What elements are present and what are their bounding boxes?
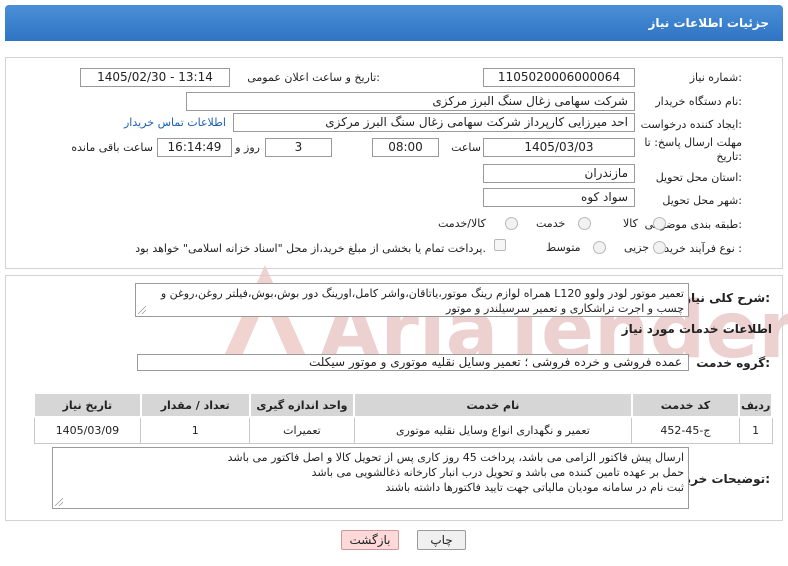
summary-textarea[interactable]: تعمیر موتور لودر ولوو L120 همراه لوازم ر…	[135, 283, 689, 317]
deadline-label: مهلت ارسال پاسخ: تا	[644, 136, 742, 149]
back-button[interactable]: بازگشت	[341, 530, 399, 550]
summary-label: شرح کلی نیاز:	[684, 291, 770, 305]
services-table: ردیف کد خدمت نام خدمت واحد اندازه گیری ت…	[33, 392, 773, 444]
category-service-radio[interactable]	[578, 217, 591, 230]
row-service-name: تعمیر و نگهداری انواع وسایل نقلیه موتوری	[353, 416, 633, 444]
resize-grip-icon[interactable]	[55, 498, 63, 506]
col-date-header: تاریخ نیاز	[33, 392, 142, 418]
row-quantity: 1	[140, 416, 251, 444]
col-row-header: ردیف	[738, 392, 773, 418]
table-row: 1 ج-45-452 تعمیر و نگهداری انواع وسایل ن…	[33, 416, 773, 444]
province-field[interactable]: مازندران	[483, 164, 635, 183]
creator-field[interactable]: احد میرزایی کارپرداز شرکت سهامی زغال سنگ…	[233, 113, 635, 132]
buyer-notes-line-2: حمل بر عهده تامین کننده می باشد و تحویل …	[311, 466, 684, 479]
announce-datetime-field[interactable]: 1405/02/30 - 13:14	[80, 68, 230, 87]
process-type-label: نوع فرآیند خرید :	[664, 242, 742, 255]
need-number-field[interactable]: 1105020006000064	[483, 68, 635, 87]
col-unit-header: واحد اندازه گیری	[248, 392, 356, 418]
process-minor-radio[interactable]	[653, 241, 666, 254]
summary-line-2: چسب و اجرت تراشکاری و تعمیر سرسیلندر و م…	[446, 302, 684, 315]
category-goods-label: کالا	[623, 217, 638, 230]
creator-label: ایجاد کننده درخواست:	[640, 118, 742, 131]
row-service-code: ج-45-452	[631, 416, 740, 444]
row-index: 1	[738, 416, 773, 444]
service-group-label: گروه خدمت:	[696, 356, 770, 370]
city-field[interactable]: سواد کوه	[483, 188, 635, 207]
process-minor-label: جزیی	[624, 241, 650, 254]
summary-line-1: تعمیر موتور لودر ولوو L120 همراه لوازم ر…	[160, 287, 684, 300]
days-label: روز و	[235, 141, 260, 154]
buyer-notes-line-3: ثبت نام در سامانه مودیان مالیاتی جهت تای…	[385, 481, 684, 494]
page-title: جزئیات اطلاعات نیاز	[648, 16, 769, 30]
deadline-time-field[interactable]: 08:00	[372, 138, 439, 157]
category-goods-service-radio[interactable]	[505, 217, 518, 230]
col-qty-header: تعداد / مقدار	[139, 392, 251, 418]
page-header: جزئیات اطلاعات نیاز	[5, 5, 783, 41]
deadline-date-field[interactable]: 1405/03/03	[483, 138, 635, 157]
process-medium-radio[interactable]	[593, 241, 606, 254]
service-group-field[interactable]: عمده فروشی و خرده فروشی ؛ تعمیر وسایل نق…	[137, 354, 689, 371]
category-service-label: خدمت	[536, 217, 566, 230]
row-need-date: 1405/03/09	[33, 416, 142, 444]
province-label: استان محل تحویل:	[655, 171, 742, 184]
row-unit: تعمیرات	[249, 416, 355, 444]
category-goods-service-label: کالا/خدمت	[438, 217, 486, 230]
buyer-org-label: نام دستگاه خریدار:	[655, 95, 742, 108]
buyer-notes-line-1: ارسال پیش فاکتور الزامی می باشد، پرداخت …	[227, 451, 684, 464]
resize-grip-icon[interactable]	[138, 306, 146, 314]
buyer-contact-link[interactable]: اطلاعات تماس خریدار	[124, 116, 226, 129]
category-goods-radio[interactable]	[653, 217, 666, 230]
print-button[interactable]: چاپ	[417, 530, 466, 550]
remaining-time-label: ساعت باقی مانده	[71, 141, 153, 154]
col-code-header: کد خدمت	[630, 392, 741, 418]
deadline-date-label: تاریخ:	[716, 150, 742, 163]
need-number-label: شماره نیاز:	[689, 71, 742, 84]
buyer-notes-textarea[interactable]: ارسال پیش فاکتور الزامی می باشد، پرداخت …	[52, 447, 689, 509]
days-field[interactable]: 3	[265, 138, 332, 157]
treasury-payment-note: پرداخت تمام یا بخشی از مبلغ خرید،از محل …	[135, 242, 486, 255]
treasury-payment-checkbox[interactable]	[494, 239, 506, 251]
services-section-title: اطلاعات خدمات مورد نیاز	[621, 322, 772, 336]
process-medium-label: متوسط	[546, 241, 581, 254]
buyer-org-field[interactable]: شرکت سهامی زغال سنگ البرز مرکزی	[186, 92, 635, 111]
deadline-hour-label: ساعت	[451, 141, 481, 154]
services-table-header: ردیف کد خدمت نام خدمت واحد اندازه گیری ت…	[33, 392, 773, 418]
col-name-header: نام خدمت	[353, 392, 633, 418]
remaining-time-field[interactable]: 16:14:49	[157, 138, 232, 157]
city-label: شهر محل تحویل:	[662, 194, 742, 207]
need-info-panel	[5, 57, 783, 269]
announce-datetime-label: تاریخ و ساعت اعلان عمومی:	[247, 71, 380, 84]
